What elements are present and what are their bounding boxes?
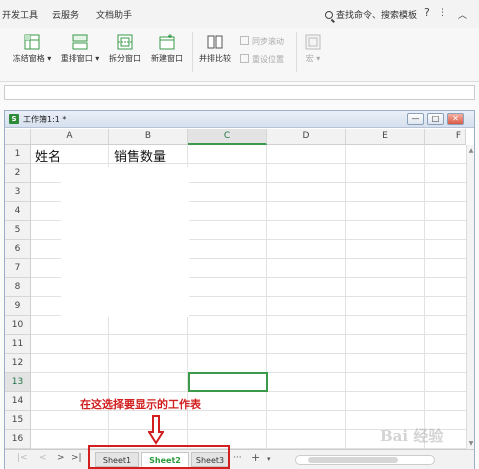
- sync-scroll-icon: [240, 36, 249, 45]
- spreadsheet-icon: S: [9, 114, 19, 124]
- new-window-button[interactable]: 新建窗口: [148, 34, 186, 64]
- row-header[interactable]: 16: [5, 430, 31, 449]
- workbook-window: S 工作簿1:1 * — □ ✕ A B C D E F 1 2 3 4 5 6…: [4, 110, 475, 469]
- row-header[interactable]: 5: [5, 221, 31, 240]
- dropdown-arrow-icon: ▾: [92, 54, 100, 63]
- macro-label: 宏: [305, 54, 314, 63]
- dropdown-arrow-icon: ▾: [44, 54, 52, 63]
- macro-button[interactable]: 宏 ▾: [300, 34, 326, 64]
- select-all-corner[interactable]: [5, 129, 31, 145]
- menu-bar: 开发工具 云服务 文档助手 查找命令、搜索模板 ? ⋮ ︿: [0, 0, 479, 28]
- row-header[interactable]: 14: [5, 392, 31, 411]
- column-header-d[interactable]: D: [267, 129, 346, 145]
- dropdown-arrow-icon: ▾: [313, 54, 321, 63]
- row-header[interactable]: 15: [5, 411, 31, 430]
- split-window-label: 拆分窗口: [109, 54, 141, 63]
- column-header-a[interactable]: A: [31, 129, 109, 145]
- menu-doc-assistant[interactable]: 文档助手: [96, 8, 132, 21]
- row-header[interactable]: 7: [5, 259, 31, 278]
- first-sheet-button[interactable]: |<: [17, 453, 28, 463]
- workbook-title: 工作簿1:1 *: [23, 115, 67, 124]
- vertical-scrollbar[interactable]: ▲ ▼: [466, 145, 474, 449]
- prev-sheet-button[interactable]: <: [39, 453, 47, 463]
- macro-icon: [305, 34, 321, 50]
- column-header-c[interactable]: C: [188, 129, 267, 145]
- column-header-b[interactable]: B: [109, 129, 188, 145]
- ribbon-separator: [296, 32, 297, 72]
- row-header[interactable]: 10: [5, 316, 31, 335]
- cell-b1[interactable]: 销售数量: [114, 146, 166, 165]
- row-header[interactable]: 8: [5, 278, 31, 297]
- close-button[interactable]: ✕: [447, 113, 464, 125]
- split-window-button[interactable]: 拆分窗口: [106, 34, 144, 64]
- sheet-tab-bar: |< < > >| Sheet1 Sheet2 Sheet3 ··· + ▾: [5, 449, 474, 469]
- minimize-button[interactable]: —: [407, 113, 424, 125]
- add-sheet-button[interactable]: +: [251, 451, 260, 464]
- rearrange-window-button[interactable]: 重排窗口 ▾: [60, 34, 100, 64]
- cell-a1[interactable]: 姓名: [35, 146, 61, 165]
- next-sheet-button[interactable]: >: [57, 453, 65, 463]
- annotation-highlight-box: [88, 445, 230, 469]
- formula-bar[interactable]: [4, 85, 475, 100]
- ribbon-separator: [192, 32, 193, 72]
- reset-position-icon: [240, 54, 249, 63]
- row-header[interactable]: 9: [5, 297, 31, 316]
- annotation-text: 在这选择要显示的工作表: [80, 398, 201, 411]
- last-sheet-button[interactable]: >|: [71, 453, 82, 463]
- row-header[interactable]: 2: [5, 164, 31, 183]
- blurred-data-region: [61, 167, 189, 317]
- menu-developer-tools[interactable]: 开发工具: [2, 8, 38, 21]
- search-label: 查找命令、搜索模板: [336, 11, 418, 21]
- rearrange-window-label: 重排窗口: [60, 54, 93, 63]
- row-header[interactable]: 3: [5, 183, 31, 202]
- watermark: Bai 经验: [380, 427, 444, 445]
- down-arrow-icon: [148, 415, 164, 445]
- scroll-up-icon[interactable]: ▲: [467, 147, 475, 154]
- search-icon: [325, 11, 333, 19]
- freeze-panes-icon: [24, 34, 40, 50]
- command-search[interactable]: 查找命令、搜索模板: [325, 8, 417, 21]
- ribbon-toolbar: 冻结窗格 ▾ 重排窗口 ▾ 拆分窗口 新建窗口 并排比较 同步滚动 重设位置 宏…: [0, 28, 479, 82]
- row-header[interactable]: 1: [5, 145, 31, 164]
- new-window-label: 新建窗口: [151, 54, 183, 63]
- freeze-panes-label: 冻结窗格: [12, 54, 45, 63]
- scroll-down-icon[interactable]: ▼: [467, 440, 475, 447]
- menu-cloud-service[interactable]: 云服务: [52, 8, 79, 21]
- new-window-icon: [159, 34, 175, 50]
- side-by-side-button[interactable]: 并排比较: [196, 34, 234, 64]
- row-header[interactable]: 6: [5, 240, 31, 259]
- reset-position-button[interactable]: 重设位置: [240, 54, 284, 65]
- horizontal-scrollbar[interactable]: [295, 455, 435, 465]
- row-header[interactable]: 4: [5, 202, 31, 221]
- tabbar-menu-icon[interactable]: ▾: [267, 455, 271, 463]
- active-cell-c13[interactable]: [188, 372, 268, 392]
- reset-position-label: 重设位置: [252, 55, 284, 64]
- side-by-side-icon: [207, 35, 223, 49]
- column-header-e[interactable]: E: [346, 129, 425, 145]
- freeze-panes-button[interactable]: 冻结窗格 ▾: [10, 34, 54, 64]
- rearrange-window-icon: [72, 34, 88, 50]
- sync-scroll-label: 同步滚动: [252, 37, 284, 46]
- row-header[interactable]: 11: [5, 335, 31, 354]
- more-icon[interactable]: ⋮: [438, 8, 447, 18]
- row-header-selected[interactable]: 13: [5, 373, 31, 392]
- more-sheets-button[interactable]: ···: [233, 453, 242, 463]
- scroll-thumb[interactable]: [308, 457, 398, 463]
- restore-button[interactable]: □: [427, 113, 444, 125]
- help-icon[interactable]: ?: [424, 6, 430, 19]
- sync-scroll-button[interactable]: 同步滚动: [240, 36, 284, 47]
- row-header[interactable]: 12: [5, 354, 31, 373]
- split-window-icon: [117, 34, 133, 50]
- collapse-ribbon-icon[interactable]: ︿: [458, 8, 467, 21]
- side-by-side-label: 并排比较: [199, 54, 231, 63]
- workbook-titlebar: S 工作簿1:1 * — □ ✕: [5, 111, 474, 128]
- column-header-f[interactable]: F: [425, 129, 466, 145]
